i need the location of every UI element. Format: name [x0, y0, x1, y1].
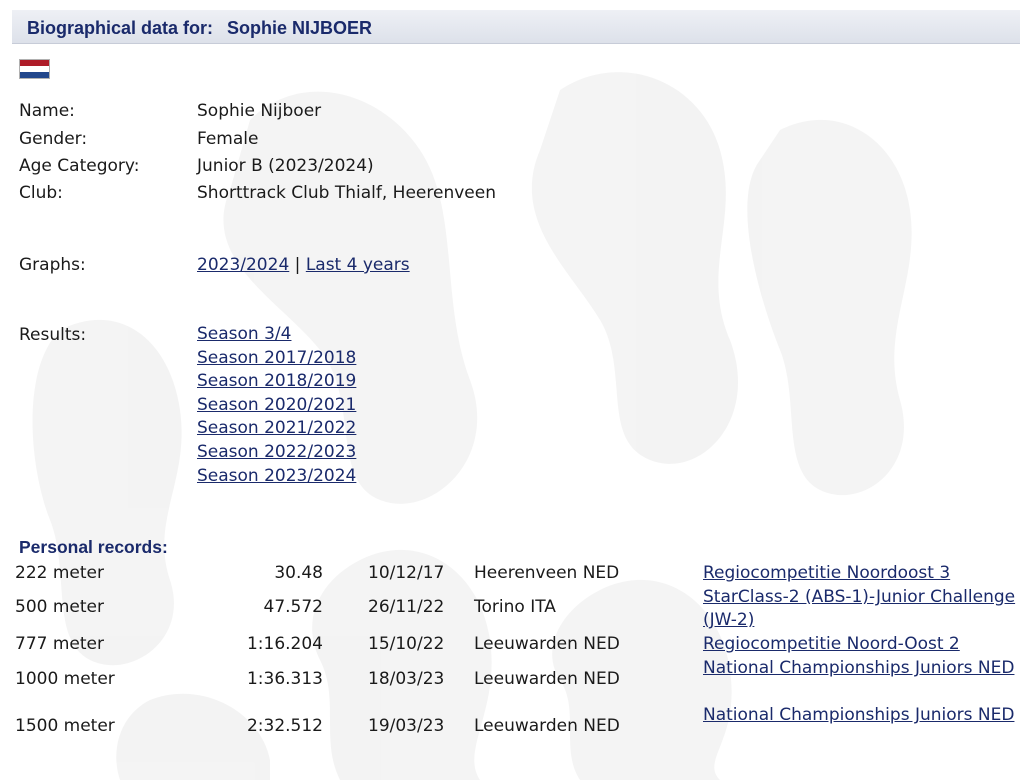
- pr-competition-link[interactable]: National Championships Juniors NED: [703, 657, 1018, 680]
- age-category-value: Junior B (2023/2024): [197, 156, 374, 176]
- pr-time: 30.48: [274, 563, 323, 583]
- gender-value: Female: [197, 129, 259, 149]
- pr-venue: Heerenveen NED: [474, 563, 620, 583]
- pr-date: 19/03/23: [368, 716, 445, 736]
- netherlands-flag-icon: [19, 59, 50, 79]
- age-category-label: Age Category:: [19, 156, 140, 176]
- page-header: Biographical data for: Sophie NIJBOER: [12, 10, 1020, 44]
- pr-time: 1:16.204: [246, 634, 323, 654]
- pr-competition-link[interactable]: Regiocompetitie Noord-Oost 2: [703, 633, 1018, 656]
- pr-competition-link[interactable]: Regiocompetitie Noordoost 3: [703, 562, 1018, 585]
- club-label: Club:: [19, 183, 63, 203]
- athlete-name-heading: Sophie NIJBOER: [227, 18, 373, 38]
- pr-date: 10/12/17: [368, 563, 445, 583]
- graph-link-last-4-years[interactable]: Last 4 years: [306, 255, 410, 275]
- results-label: Results:: [19, 325, 87, 345]
- graphs-label: Graphs:: [19, 255, 86, 275]
- graphs-links: 2023/2024 | Last 4 years: [197, 254, 410, 276]
- pr-competition-link[interactable]: National Championships Juniors NED: [703, 704, 1018, 727]
- pr-distance: 1500 meter: [15, 716, 115, 736]
- biography-page: Biographical data for: Sophie NIJBOER Nam…: [0, 0, 1024, 780]
- pr-venue: Torino ITA: [474, 597, 556, 617]
- pr-time: 2:32.512: [246, 716, 323, 736]
- results-season-list: Season 3/4 Season 2017/2018 Season 2018/…: [197, 323, 356, 488]
- pr-venue: Leeuwarden NED: [474, 716, 620, 736]
- pr-venue: Leeuwarden NED: [474, 634, 620, 654]
- pr-distance: 500 meter: [15, 597, 104, 617]
- pr-date: 15/10/22: [368, 634, 445, 654]
- pr-competition-link[interactable]: StarClass-2 (ABS-1)-Junior Challenge (JW…: [703, 586, 1018, 632]
- page-title-label: Biographical data for:: [27, 18, 214, 38]
- pr-time: 47.572: [263, 597, 323, 617]
- results-season-link[interactable]: Season 2023/2024: [197, 465, 356, 489]
- pr-distance: 777 meter: [15, 634, 104, 654]
- results-season-link[interactable]: Season 2017/2018: [197, 347, 356, 371]
- gender-label: Gender:: [19, 129, 88, 149]
- results-season-link[interactable]: Season 3/4: [197, 323, 356, 347]
- pr-time: 1:36.313: [246, 669, 323, 689]
- personal-records-title: Personal records:: [19, 537, 168, 557]
- graph-link-season[interactable]: 2023/2024: [197, 255, 289, 275]
- club-value: Shorttrack Club Thialf, Heerenveen: [197, 183, 496, 203]
- name-label: Name:: [19, 101, 75, 121]
- results-season-link[interactable]: Season 2022/2023: [197, 441, 356, 465]
- name-value: Sophie Nijboer: [197, 101, 322, 121]
- pr-distance: 222 meter: [15, 563, 104, 583]
- pr-venue: Leeuwarden NED: [474, 669, 620, 689]
- graphs-separator: |: [294, 255, 301, 275]
- pr-date: 18/03/23: [368, 669, 445, 689]
- results-season-link[interactable]: Season 2018/2019: [197, 370, 356, 394]
- results-season-link[interactable]: Season 2020/2021: [197, 394, 356, 418]
- pr-distance: 1000 meter: [15, 669, 115, 689]
- page-title: Biographical data for: Sophie NIJBOER: [27, 18, 372, 39]
- results-season-link[interactable]: Season 2021/2022: [197, 417, 356, 441]
- pr-date: 26/11/22: [368, 597, 445, 617]
